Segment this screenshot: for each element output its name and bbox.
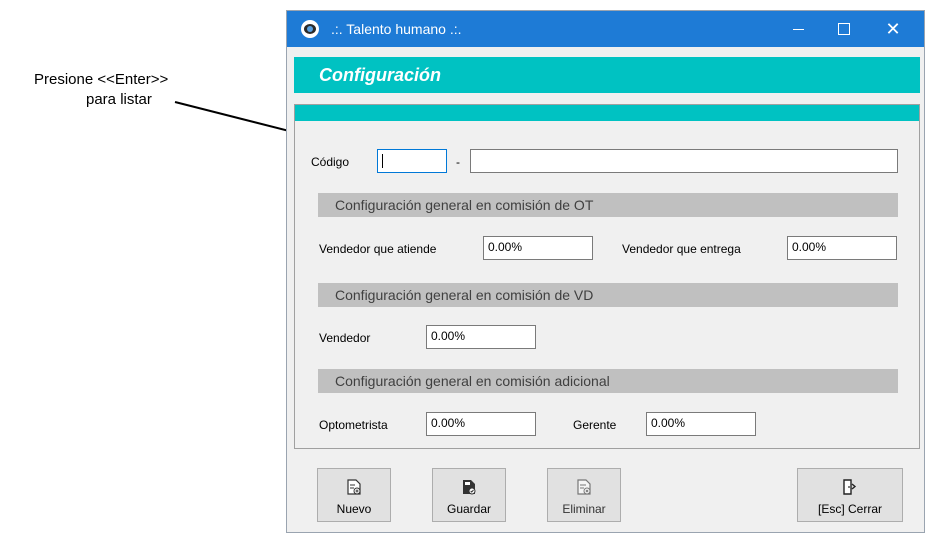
vendedor-entrega-input[interactable]: 0.00%: [787, 236, 897, 260]
codigo-label: Código: [311, 155, 350, 169]
eye-icon: [301, 20, 319, 38]
vendedor-entrega-label: Vendedor que entrega: [622, 242, 741, 256]
new-document-icon: [318, 479, 390, 495]
annotation-line-1: Presione <<Enter>>: [34, 71, 169, 88]
cerrar-button-label: [Esc] Cerrar: [817, 502, 882, 516]
guardar-button-label: Guardar: [446, 502, 492, 516]
section-header-vd: Configuración general en comisión de VD: [318, 283, 898, 307]
descripcion-input[interactable]: [470, 149, 898, 173]
eliminar-button-label: Eliminar: [562, 502, 606, 516]
vendedor-atiende-input[interactable]: 0.00%: [483, 236, 593, 260]
nuevo-button[interactable]: Nuevo: [317, 468, 391, 522]
title-bar: .:. Talento humano .:. ✕: [287, 11, 924, 47]
app-window: .:. Talento humano .:. ✕ Configuración C…: [286, 10, 925, 533]
codigo-separator: -: [456, 155, 460, 169]
section-header-adicional: Configuración general en comisión adicio…: [318, 369, 898, 393]
minimize-button[interactable]: [775, 11, 821, 47]
maximize-button[interactable]: [821, 11, 867, 47]
page-title: Configuración: [319, 65, 441, 85]
gerente-input[interactable]: 0.00%: [646, 412, 756, 436]
exit-door-icon: [798, 479, 902, 495]
maximize-icon: [838, 23, 850, 35]
text-caret: [382, 154, 383, 168]
vendedor-input[interactable]: 0.00%: [426, 325, 536, 349]
close-window-button[interactable]: ✕: [870, 11, 916, 47]
annotation-line-2: para listar: [86, 91, 152, 108]
save-document-icon: [433, 479, 505, 495]
cerrar-button[interactable]: [Esc] Cerrar: [797, 468, 903, 522]
gerente-label: Gerente: [573, 418, 617, 432]
close-icon: ✕: [885, 18, 901, 40]
vendedor-atiende-label: Vendedor que atiende: [319, 242, 437, 256]
delete-document-icon: [548, 479, 620, 495]
codigo-input[interactable]: [377, 149, 447, 173]
optometrista-input[interactable]: 0.00%: [426, 412, 536, 436]
guardar-button[interactable]: Guardar: [432, 468, 506, 522]
eliminar-button[interactable]: Eliminar: [547, 468, 621, 522]
nuevo-button-label: Nuevo: [336, 502, 372, 516]
form-panel: Código - Configuración general en comisi…: [294, 104, 920, 449]
minimize-icon: [792, 28, 804, 30]
vendedor-label: Vendedor: [319, 331, 371, 345]
window-title: .:. Talento humano .:.: [331, 21, 462, 37]
optometrista-label: Optometrista: [319, 418, 388, 432]
section-header-ot: Configuración general en comisión de OT: [318, 193, 898, 217]
header-band: Configuración: [294, 57, 920, 93]
panel-top-strip: [295, 105, 919, 121]
